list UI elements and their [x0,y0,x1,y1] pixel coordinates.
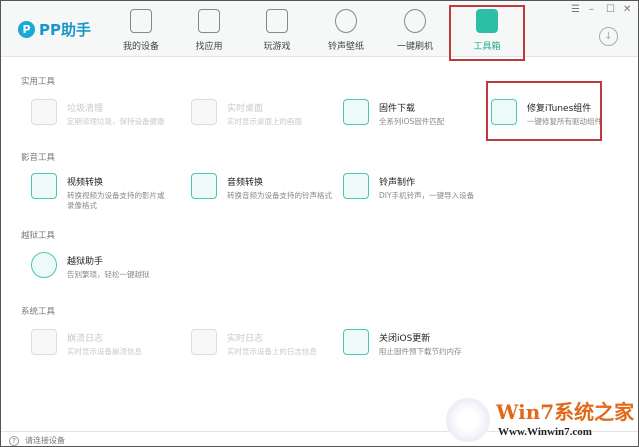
close-button[interactable]: ✕ [623,4,631,15]
section-title: 系统工具 [21,307,56,317]
tool-crash-log[interactable]: 崩溃日志实时显示设备崩溃信息 [31,329,171,357]
tool-title: 铃声制作 [379,178,416,188]
tool-title: 越狱助手 [67,257,104,267]
audio-file-icon [191,173,217,199]
tool-title: 视频转换 [67,178,104,188]
tool-title: 崩溃日志 [67,334,104,344]
watermark: Win7系统之家 Www.Winwin7.com [446,396,636,446]
bell-icon [343,173,369,199]
status-text: 请连接设备 [25,436,65,445]
tool-title: 关闭iOS更新 [379,334,431,344]
tool-desc: 阻止固件预下载节约内存 [379,347,462,356]
clock-phone-icon [191,99,217,125]
help-icon[interactable]: ? [9,436,19,446]
jailbreak-icon [31,252,57,278]
menu-button[interactable]: ☰ [571,4,580,15]
tool-disable-ios-update[interactable]: 关闭iOS更新阻止固件预下载节约内存 [343,329,483,357]
tool-desc: 转换视频为设备支持的影片或录像格式 [67,191,165,210]
cube-icon [343,99,369,125]
star-icon [335,9,357,33]
nav-label: 我的设备 [122,42,159,52]
tool-title: 实时桌面 [227,104,264,114]
highlight-box [449,5,525,61]
nav-games[interactable]: 玩游戏 [242,9,312,52]
phone-block-icon [343,329,369,355]
tool-desc: 定期清理垃圾，保持设备健康 [67,117,165,126]
tool-ringtone-maker[interactable]: 铃声制作 DIY手机铃声，一键导入设备 [343,173,493,201]
tool-desc: 告别繁琐，轻松一键越狱 [67,270,150,279]
pp-logo-icon: P [18,21,35,38]
section-title: 越狱工具 [21,231,56,241]
video-file-icon [31,173,57,199]
tool-live-log[interactable]: 实时日志实时显示设备上的日志信息 [191,329,331,357]
tool-desc: 全系列iOS固件匹配 [379,117,445,126]
bag-icon [198,9,220,33]
section-title: 影音工具 [21,153,56,163]
highlight-box [486,81,602,141]
minimize-button[interactable]: – [589,4,594,15]
download-icon[interactable]: ↓ [599,27,618,46]
gamepad-icon [266,9,288,33]
windows-logo-icon [446,398,490,442]
watermark-title: Win7系统之家 [496,400,635,424]
refresh-icon [404,9,426,33]
app-logo: P PP助手 [18,19,91,40]
top-bar: P PP助手 我的设备 找应用 玩游戏 铃声壁纸 一键刷机 工具箱 ☰ – ☐ … [1,1,638,61]
tool-desc: 实时显示设备崩溃信息 [67,347,142,356]
nav-find-apps[interactable]: 找应用 [174,9,244,52]
tool-firmware-download[interactable]: 固件下载全系列iOS固件匹配 [343,99,483,127]
tool-title: 固件下载 [379,104,416,114]
nav-label: 一键刷机 [396,42,433,52]
tool-title: 垃圾清理 [67,104,104,114]
tool-audio-convert[interactable]: 音频转换转换音频为设备支持的铃声格式 [191,173,341,201]
nav-label: 找应用 [195,42,223,52]
tool-desc: 转换音频为设备支持的铃声格式 [227,191,332,200]
tool-desc: 实时显示桌面上的画面 [227,117,302,126]
tool-junk-clean[interactable]: 垃圾清理定期清理垃圾，保持设备健康 [31,99,171,127]
tool-desc: 实时显示设备上的日志信息 [227,347,317,356]
calendar-icon [31,329,57,355]
tool-title: 音频转换 [227,178,264,188]
app-title: PP助手 [39,21,91,39]
nav-ringtones-wallpapers[interactable]: 铃声壁纸 [311,9,381,52]
tool-jailbreak[interactable]: 越狱助手告别繁琐，轻松一键越狱 [31,252,171,280]
nav-label: 铃声壁纸 [327,42,364,52]
watermark-url: Www.Winwin7.com [498,426,592,438]
tool-live-desktop[interactable]: 实时桌面实时显示桌面上的画面 [191,99,331,127]
broom-icon [31,99,57,125]
maximize-button[interactable]: ☐ [606,4,615,15]
tool-video-convert[interactable]: 视频转换转换视频为设备支持的影片或录像格式 [31,173,171,211]
log-icon [191,329,217,355]
nav-my-device[interactable]: 我的设备 [106,9,176,52]
nav-flash[interactable]: 一键刷机 [380,9,450,52]
tool-title: 实时日志 [227,334,264,344]
nav-label: 玩游戏 [263,42,291,52]
tool-desc: DIY手机铃声，一键导入设备 [379,191,475,200]
phone-icon [130,9,152,33]
section-title: 实用工具 [21,77,56,87]
